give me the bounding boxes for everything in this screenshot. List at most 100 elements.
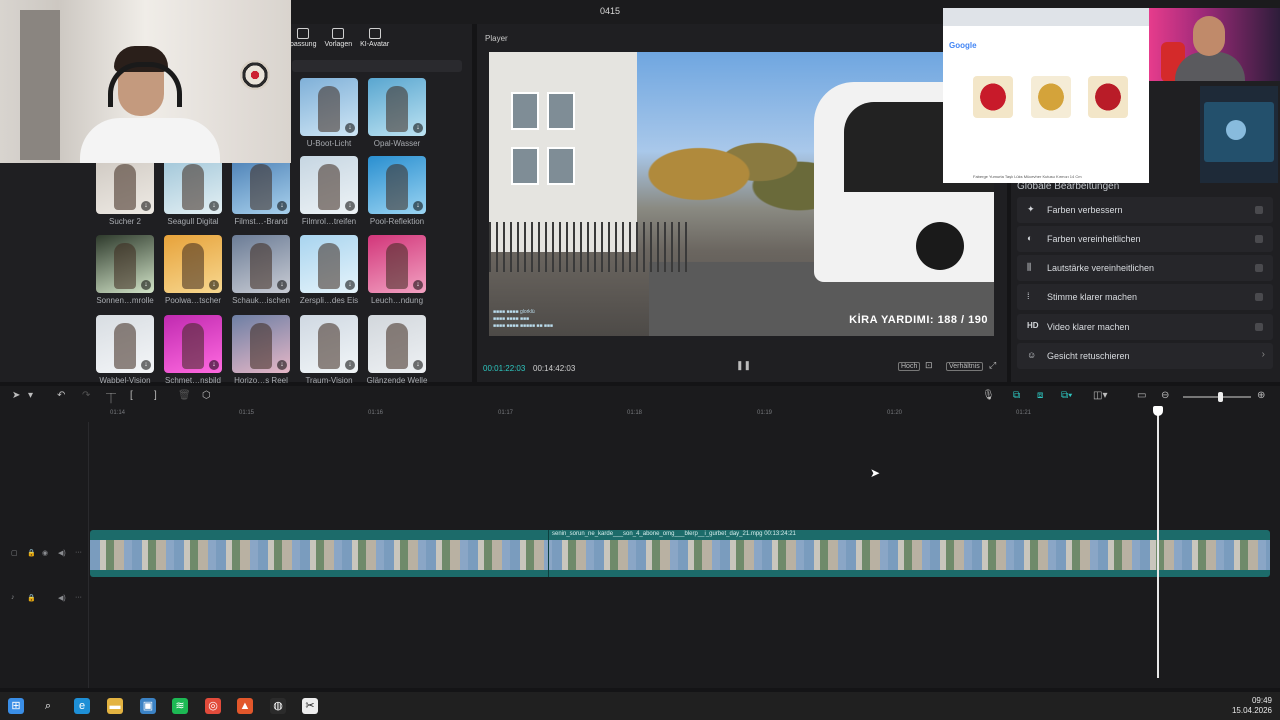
undo-icon[interactable]: ↶	[57, 390, 65, 401]
effects-search-bar[interactable]	[292, 60, 462, 72]
download-icon[interactable]: ↓	[277, 280, 287, 290]
zoom-out-icon[interactable]: ⊖	[1161, 390, 1169, 401]
audio-icon[interactable]: ◀)	[58, 594, 66, 602]
effect-thumbnail[interactable]: ↓	[368, 315, 426, 373]
effect-label: Schmet…nsbild	[164, 376, 222, 385]
effect-thumbnail[interactable]: ↓	[368, 78, 426, 136]
obs-icon[interactable]: ◍	[270, 698, 286, 714]
effect-thumbnail[interactable]: ↓	[300, 235, 358, 293]
effect-thumbnail[interactable]: ↓	[232, 315, 290, 373]
zoom-in-icon[interactable]: ⊕	[1257, 390, 1265, 401]
more-icon[interactable]: ···	[75, 549, 82, 556]
explorer-icon[interactable]: ▬	[107, 698, 123, 714]
microphone-icon[interactable]: 🎙	[982, 390, 995, 401]
brave-icon[interactable]: ▲	[237, 698, 253, 714]
audio-icon[interactable]: ◀)	[58, 549, 66, 557]
eye-icon[interactable]: ◉	[42, 549, 48, 557]
download-icon[interactable]: ↓	[413, 360, 423, 370]
download-icon[interactable]: ↓	[345, 280, 355, 290]
split-view-icon[interactable]: ◫▾	[1093, 390, 1107, 401]
link-icon[interactable]: ⧉	[1013, 390, 1020, 401]
effect-thumbnail[interactable]: ↓	[164, 315, 222, 373]
prop-farben-vereinheitlichen[interactable]: ◐ Farben vereinheitlichen	[1017, 226, 1273, 252]
lock-icon[interactable]: 🔒	[27, 549, 36, 557]
download-icon[interactable]: ↓	[345, 360, 355, 370]
tab-ki-avatar[interactable]: KI-Avatar	[360, 28, 389, 48]
download-icon[interactable]: ↓	[209, 280, 219, 290]
playhead[interactable]	[1157, 406, 1159, 678]
download-icon[interactable]: ↓	[277, 201, 287, 211]
timeline-toolbar: ➤ ▾ ↶ ↷ ⏉ [ ] 🗑 ⬡ 🎙 ⧉ ⧈ ⧉▾ ◫▾ ▭ ⊖ ⊕	[0, 386, 1280, 408]
effect-thumbnail[interactable]: ↓	[232, 235, 290, 293]
tab-anpassung[interactable]: passung	[290, 28, 316, 48]
captions-icon[interactable]: ▭	[1137, 390, 1146, 401]
system-clock[interactable]: 09:49 15.04.2026	[1232, 696, 1272, 716]
video-clip[interactable]: senin_sorun_ne_karde___son_4_abone_omg__…	[90, 530, 1270, 577]
download-icon[interactable]: ↓	[345, 201, 355, 211]
effect-thumbnail[interactable]: ↓	[300, 78, 358, 136]
timeline-ruler[interactable]: 01:14 01:15 01:16 01:17 01:18 01:19 01:2…	[0, 408, 1280, 422]
lock-icon[interactable]: 🔒	[27, 594, 36, 602]
download-icon[interactable]: ↓	[345, 123, 355, 133]
crop-icon[interactable]: ⊡	[925, 360, 933, 371]
snap-icon[interactable]: ⧈	[1037, 390, 1043, 401]
ratio-button[interactable]: Verhältnis	[946, 362, 983, 371]
more-icon[interactable]: ···	[75, 594, 82, 601]
tab-vorlagen[interactable]: Vorlagen	[324, 28, 352, 48]
prop-video-klarer[interactable]: HD Video klarer machen	[1017, 314, 1273, 340]
effect-thumbnail[interactable]: ↓	[232, 156, 290, 214]
spotify-icon[interactable]: ≋	[172, 698, 188, 714]
download-icon[interactable]: ↓	[413, 123, 423, 133]
effect-thumbnail[interactable]: ↓	[300, 315, 358, 373]
store-icon[interactable]: ▣	[140, 698, 156, 714]
toggle[interactable]	[1255, 293, 1263, 301]
toggle[interactable]	[1255, 235, 1263, 243]
select-tool-icon[interactable]: ➤	[12, 390, 20, 401]
effect-label: Zerspli…des Eis	[299, 296, 359, 305]
effect-thumbnail[interactable]: ↓	[300, 156, 358, 214]
marker-icon[interactable]: ⬡	[202, 390, 211, 401]
split-icon[interactable]: ⏉	[106, 390, 116, 405]
prop-lautstaerke[interactable]: ⫼ Lautstärke vereinheitlichen	[1017, 255, 1273, 281]
download-icon[interactable]: ↓	[209, 360, 219, 370]
toggle[interactable]	[1255, 206, 1263, 214]
capcut-icon[interactable]: ✂	[302, 698, 318, 714]
chevron-down-icon[interactable]: ▾	[28, 390, 33, 401]
download-icon[interactable]: ↓	[413, 201, 423, 211]
download-icon[interactable]: ↓	[141, 360, 151, 370]
edge-icon[interactable]: e	[74, 698, 90, 714]
pause-button[interactable]: ❚❚	[736, 360, 751, 371]
download-icon[interactable]: ↓	[277, 360, 287, 370]
windows-start-icon[interactable]: ⊞	[8, 698, 24, 714]
prop-gesicht[interactable]: ☺ Gesicht retuschieren ›	[1017, 343, 1273, 369]
toggle[interactable]	[1255, 323, 1263, 331]
aspect-hoch-button[interactable]: Hoch	[898, 362, 921, 371]
effect-thumbnail[interactable]: ↓	[96, 315, 154, 373]
effect-thumbnail[interactable]: ↓	[164, 235, 222, 293]
effect-thumbnail[interactable]: ↓	[164, 156, 222, 214]
delete-icon[interactable]: 🗑	[178, 390, 191, 401]
trim-left-icon[interactable]: [	[130, 390, 133, 401]
video-preview[interactable]: ■■■■ ■■■■ glorklü ■■■■ ■■■■ ■■■ ■■■■ ■■■…	[489, 52, 994, 336]
effect-thumbnail[interactable]: ↓	[96, 156, 154, 214]
zoom-slider-handle[interactable]	[1218, 392, 1223, 402]
chrome-icon[interactable]: ◎	[205, 698, 221, 714]
effect-thumbnail[interactable]: ↓	[368, 235, 426, 293]
prop-stimme[interactable]: ⁞ Stimme klarer machen	[1017, 284, 1273, 310]
cover-icon[interactable]: ▢	[11, 549, 18, 557]
preview-axis-icon[interactable]: ⧉▾	[1061, 390, 1072, 401]
download-icon[interactable]: ↓	[209, 201, 219, 211]
download-icon[interactable]: ↓	[413, 280, 423, 290]
zoom-slider[interactable]	[1183, 396, 1251, 398]
playhead-handle[interactable]	[1153, 406, 1163, 416]
download-icon[interactable]: ↓	[141, 201, 151, 211]
search-icon[interactable]: ⌕	[40, 698, 56, 714]
download-icon[interactable]: ↓	[141, 280, 151, 290]
prop-farben-verbessern[interactable]: ✦ Farben verbessern	[1017, 197, 1273, 223]
trim-right-icon[interactable]: ]	[154, 390, 157, 401]
redo-icon[interactable]: ↷	[82, 390, 90, 401]
toggle[interactable]	[1255, 264, 1263, 272]
effect-thumbnail[interactable]: ↓	[96, 235, 154, 293]
effect-thumbnail[interactable]: ↓	[368, 156, 426, 214]
fullscreen-icon[interactable]: ⤢	[989, 360, 996, 371]
